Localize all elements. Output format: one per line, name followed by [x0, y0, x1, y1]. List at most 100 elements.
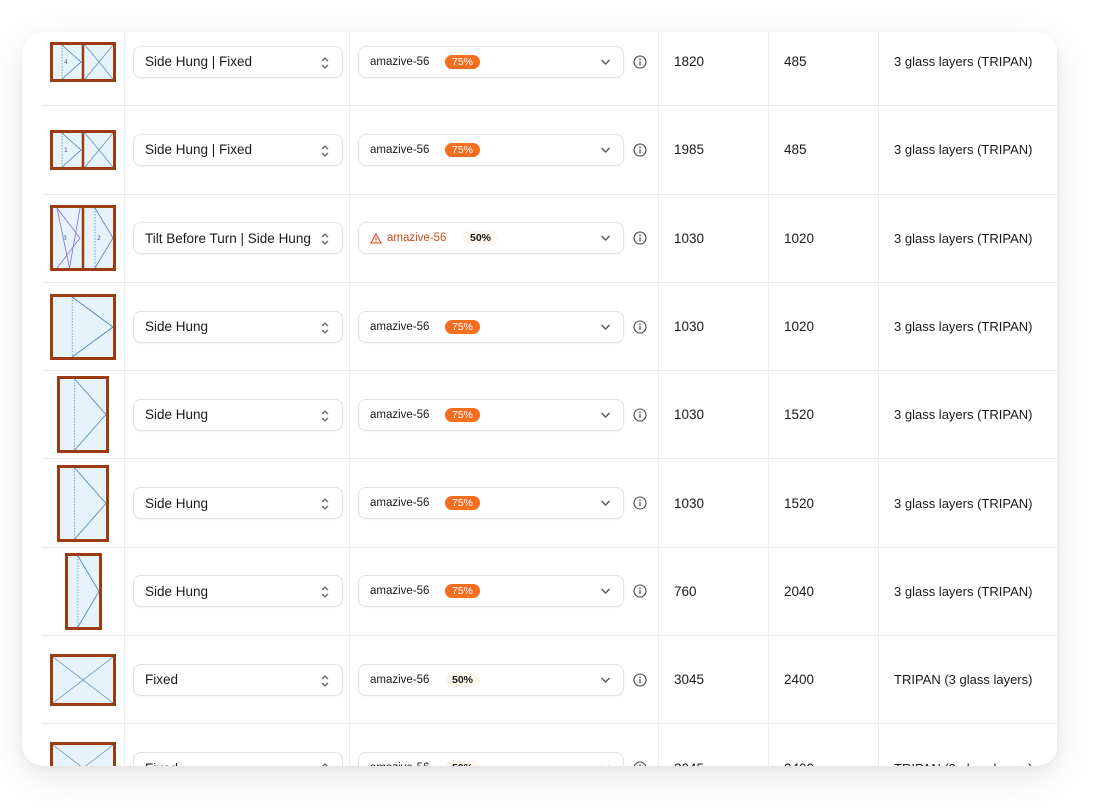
width-cell: 760 [659, 547, 769, 636]
opening-type-value: Side Hung [145, 407, 209, 423]
width-cell: 3045 [659, 636, 769, 724]
profile-select[interactable]: amazive-56 75% [358, 45, 624, 78]
table-row: 1 Side Hung | Fixed amazive-56 75% 1985 485 3 … [42, 106, 1058, 195]
width-cell: 1030 [659, 371, 769, 459]
profile-select[interactable]: amazive-5650% [358, 752, 624, 766]
profile-name: amazive-56 [370, 320, 430, 333]
sort-updown-icon [321, 586, 329, 599]
height-cell: 1520 [769, 459, 879, 547]
table-row: Fixed amazive-5650% 3045 2400TRIPAN (3 glas… [42, 724, 1058, 766]
window-thumbnail[interactable]: 32 [42, 194, 125, 282]
window-thumbnail-icon [57, 464, 109, 542]
opening-type-value: Fixed [145, 761, 178, 766]
window-thumbnail[interactable] [42, 282, 125, 371]
profile-name: amazive-56 [370, 408, 430, 421]
chevron-down-icon [601, 500, 610, 507]
profile-cell: amazive-56 75% [350, 459, 659, 547]
profile-percent-badge: 50% [463, 231, 499, 246]
info-icon[interactable] [633, 231, 647, 245]
glass-cell: TRIPAN (3 glass layers) [879, 636, 1058, 724]
opening-type-cell: Fixed [125, 636, 350, 724]
profile-select[interactable]: amazive-56 75% [358, 133, 624, 166]
opening-type-select[interactable]: Fixed [133, 752, 343, 766]
opening-type-select[interactable]: Side Hung | Fixed [133, 45, 343, 78]
warning-icon [370, 232, 382, 244]
chevron-down-icon [601, 412, 610, 418]
info-icon[interactable] [633, 408, 647, 422]
table-row: Side Hung amazive-56 75% 760 2040 3 glass lay… [42, 547, 1058, 637]
window-thumbnail[interactable] [42, 724, 125, 766]
info-icon[interactable] [633, 673, 647, 687]
height-value: 1020 [784, 319, 815, 335]
glass-value: 3 glass layers (TRIPAN) [894, 54, 1033, 70]
opening-type-select[interactable]: Side Hung [133, 398, 343, 431]
width-value: 1820 [674, 54, 705, 70]
width-value: 1030 [674, 495, 705, 511]
info-icon[interactable] [633, 496, 647, 510]
width-value: 1030 [674, 319, 705, 335]
opening-type-select[interactable]: Fixed [133, 663, 343, 696]
window-thumbnail-icon [50, 742, 116, 766]
width-value: 3045 [659, 761, 704, 766]
window-configuration-table: 4 Side Hung | Fixed amazive-56 75% 1820 485 3 … [42, 32, 1058, 766]
height-cell: 2040 [769, 547, 879, 636]
height-value: 1520 [784, 407, 815, 423]
table-row: Fixedamazive-5650%30452400TRIPAN (3 glas… [42, 636, 1058, 725]
chevron-down-icon [601, 324, 610, 330]
profile-name: amazive-56 [370, 143, 430, 156]
glass-cell: TRIPAN (3 glass layers) [879, 724, 1058, 766]
chevron-down-icon [601, 235, 610, 242]
opening-type-select[interactable]: Side Hung [133, 487, 343, 520]
opening-type-cell: Side Hung | Fixed [125, 106, 350, 194]
info-icon[interactable] [633, 584, 647, 598]
profile-cell: amazive-56 75% [350, 282, 659, 371]
profile-percent-badge: 50% [445, 672, 481, 687]
height-cell: 2400 [769, 724, 879, 766]
table-row: Side Hung amazive-56 75% 1030 1020 3 glass la… [42, 282, 1058, 372]
info-icon[interactable] [633, 143, 647, 157]
profile-name: amazive-56 [370, 762, 445, 766]
opening-type-cell: Side Hung [125, 547, 350, 636]
opening-type-cell: Tilt Before Turn | Side Hung [125, 194, 350, 282]
profile-select[interactable]: amazive-56 75% [358, 310, 624, 343]
glass-value: TRIPAN (3 glass layers) [894, 672, 1033, 688]
opening-type-select[interactable]: Tilt Before Turn | Side Hung [133, 222, 343, 255]
window-thumbnail[interactable] [42, 371, 125, 459]
opening-type-value: Fixed [145, 672, 179, 688]
opening-type-value: Side Hung | Fixed [145, 142, 253, 158]
opening-type-select[interactable]: Side Hung [133, 575, 343, 608]
profile-percent-badge: 50% [445, 761, 481, 766]
window-thumbnail-icon [64, 552, 102, 630]
glass-value: 3 glass layers (TRIPAN) [894, 583, 1033, 599]
width-value: 760 [674, 583, 697, 599]
opening-type-select[interactable]: Side Hung | Fixed [133, 133, 343, 166]
profile-select[interactable]: amazive-56 75% [358, 398, 624, 431]
info-icon[interactable] [633, 55, 647, 69]
window-thumbnail[interactable] [42, 636, 125, 724]
height-value: 1020 [784, 230, 815, 246]
height-value: 485 [784, 142, 807, 158]
glass-cell: 3 glass layers (TRIPAN) [879, 106, 1058, 194]
opening-type-cell: Fixed [125, 724, 350, 766]
profile-percent-badge: 75% [445, 496, 481, 511]
width-value: 1985 [674, 142, 705, 158]
glass-cell: 3 glass layers (TRIPAN) [879, 282, 1058, 371]
info-icon[interactable] [633, 319, 647, 334]
profile-select[interactable]: amazive-56 75% [358, 487, 624, 520]
profile-select[interactable]: amazive-56 75% [358, 575, 624, 608]
svg-text:1: 1 [64, 147, 68, 154]
profile-select[interactable]: amazive-5650% [358, 222, 624, 255]
width-cell: 1820 [659, 32, 769, 106]
window-thumbnail[interactable]: 1 [42, 106, 125, 194]
profile-cell: amazive-56 75% [350, 547, 659, 636]
window-thumbnail[interactable]: 4 [42, 32, 125, 106]
profile-select[interactable]: amazive-5650% [358, 663, 624, 696]
profile-percent-badge: 75% [445, 407, 481, 422]
width-cell: 1030 [659, 194, 769, 282]
height-cell: 1520 [769, 371, 879, 459]
info-icon[interactable] [633, 761, 647, 766]
opening-type-select[interactable]: Side Hung [133, 310, 343, 343]
window-thumbnail[interactable] [42, 547, 125, 636]
svg-text:3: 3 [63, 235, 67, 242]
window-thumbnail[interactable] [42, 459, 125, 547]
